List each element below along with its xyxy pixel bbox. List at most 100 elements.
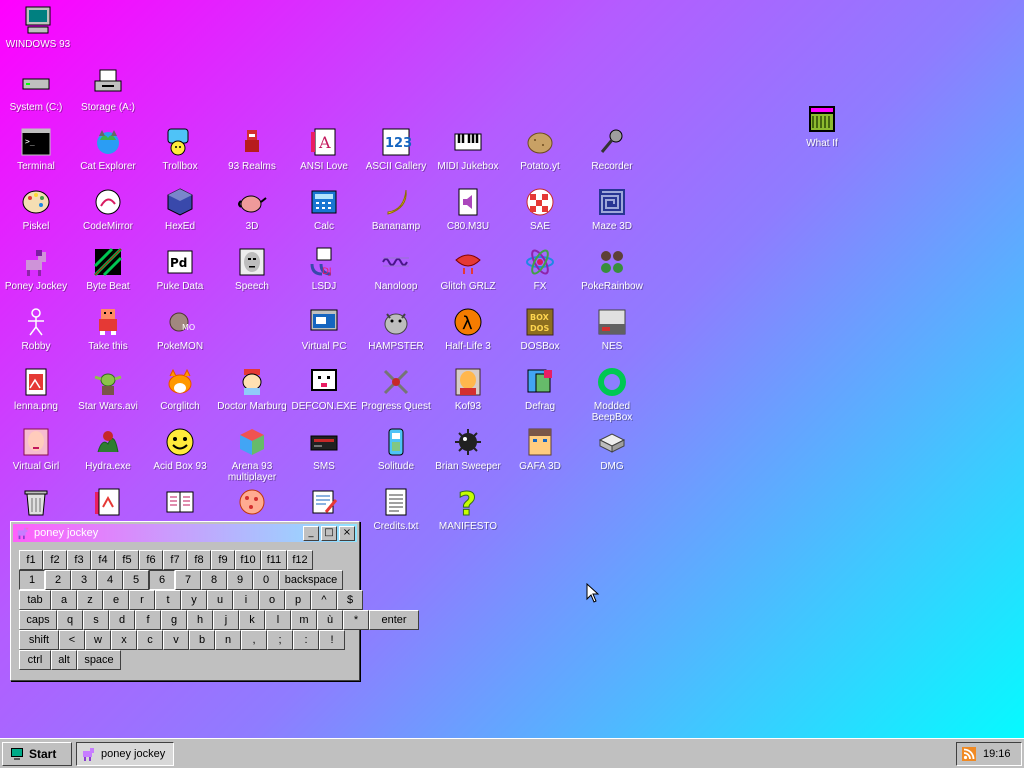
key-v[interactable]: v — [163, 630, 189, 650]
desktop-icon-notepad[interactable] — [288, 485, 360, 519]
desktop-icon-3d[interactable]: 3D — [216, 185, 288, 232]
key-shift[interactable]: shift — [19, 630, 59, 650]
desktop-icon-lsdj[interactable]: DJ LSDJ — [288, 245, 360, 292]
desktop-icon-take-this[interactable]: Take this — [72, 305, 144, 352]
key-f10[interactable]: f10 — [235, 550, 261, 570]
desktop-icon-dmg[interactable]: DMG — [576, 425, 648, 472]
desktop-icon-recorder[interactable]: Recorder — [576, 125, 648, 172]
key-backspace[interactable]: backspace — [279, 570, 343, 590]
desktop-icon-doctor-marburg[interactable]: Doctor Marburg — [216, 365, 288, 412]
desktop-icon-hydra-exe[interactable]: Hydra.exe — [72, 425, 144, 472]
start-button[interactable]: Start — [2, 742, 72, 766]
key-space[interactable]: space — [77, 650, 121, 670]
key-f11[interactable]: f11 — [261, 550, 287, 570]
key-f6[interactable]: f6 — [139, 550, 163, 570]
key-f3[interactable]: f3 — [67, 550, 91, 570]
desktop-icon-hampster[interactable]: HAMPSTER — [360, 305, 432, 352]
key-7[interactable]: 7 — [175, 570, 201, 590]
desktop-icon-pokemon[interactable]: MON PokeMON — [144, 305, 216, 352]
desktop-icon-robby[interactable]: Robby — [0, 305, 72, 352]
desktop-icon-maze-3d[interactable]: Maze 3D — [576, 185, 648, 232]
key-x[interactable]: x — [111, 630, 137, 650]
key-x3a[interactable]: : — [293, 630, 319, 650]
desktop-icon-ascii-gallery[interactable]: 123 ASCII Gallery — [360, 125, 432, 172]
key-o[interactable]: o — [259, 590, 285, 610]
desktop-icon-93-realms[interactable]: 93 Realms — [216, 125, 288, 172]
desktop-icon-defcon-exe[interactable]: DEFCON.EXE — [288, 365, 360, 412]
key-w[interactable]: w — [85, 630, 111, 650]
desktop-icon-document[interactable] — [72, 485, 144, 519]
desktop-icon-kof93[interactable]: Kof93 — [432, 365, 504, 412]
key-i[interactable]: i — [233, 590, 259, 610]
desktop-icon-system-c[interactable]: System (C:) — [0, 66, 72, 113]
key-0[interactable]: 0 — [253, 570, 279, 590]
key-xf9[interactable]: ù — [317, 610, 343, 630]
desktop-icon-potato-yt[interactable]: Potato.yt — [504, 125, 576, 172]
key-j[interactable]: j — [213, 610, 239, 630]
desktop-icon-nes[interactable]: NES — [576, 305, 648, 352]
key-6[interactable]: 6 — [149, 570, 175, 590]
desktop-icon-star-wars-avi[interactable]: Star Wars.avi — [72, 365, 144, 412]
key-8[interactable]: 8 — [201, 570, 227, 590]
taskbar-item-poney-jockey[interactable]: poney jockey — [76, 742, 174, 766]
minimize-button[interactable]: _ — [303, 525, 319, 541]
desktop-icon-lenna-png[interactable]: lenna.png — [0, 365, 72, 412]
desktop-icon-sae[interactable]: SAE — [504, 185, 576, 232]
key-4[interactable]: 4 — [97, 570, 123, 590]
desktop-icon-trollbox[interactable]: Trollbox — [144, 125, 216, 172]
desktop-icon-modded-beepbox[interactable]: Modded BeepBox — [576, 365, 648, 423]
desktop-icon-defrag[interactable]: Defrag — [504, 365, 576, 412]
key-ctrl[interactable]: ctrl — [19, 650, 51, 670]
key-alt[interactable]: alt — [51, 650, 77, 670]
key-caps[interactable]: caps — [19, 610, 57, 630]
key-f2[interactable]: f2 — [43, 550, 67, 570]
key-y[interactable]: y — [181, 590, 207, 610]
key-k[interactable]: k — [239, 610, 265, 630]
desktop-icon-puke-data[interactable]: Pd Puke Data — [144, 245, 216, 292]
desktop-icon-solitude[interactable]: Solitude — [360, 425, 432, 472]
desktop-icon-windows-93[interactable]: WINDOWS 93 — [2, 3, 74, 50]
desktop-icon-gafa-3d[interactable]: GAFA 3D — [504, 425, 576, 472]
key-f1[interactable]: f1 — [19, 550, 43, 570]
rss-icon[interactable] — [961, 746, 977, 762]
desktop-icon-arena-93-multiplayer[interactable]: Arena 93 multiplayer — [216, 425, 288, 483]
key-9[interactable]: 9 — [227, 570, 253, 590]
key-a[interactable]: a — [51, 590, 77, 610]
key-x2c[interactable]: , — [241, 630, 267, 650]
desktop-icon-manifesto[interactable]: ? MANIFESTO — [432, 485, 504, 532]
desktop-icon-dosbox[interactable]: BOX DOS DOSBox — [504, 305, 576, 352]
desktop-icon-byte-beat[interactable]: Byte Beat — [72, 245, 144, 292]
maximize-button[interactable]: □ — [321, 525, 337, 541]
key-s[interactable]: s — [83, 610, 109, 630]
key-f8[interactable]: f8 — [187, 550, 211, 570]
key-f7[interactable]: f7 — [163, 550, 187, 570]
desktop-icon-cat-explorer[interactable]: Cat Explorer — [72, 125, 144, 172]
desktop-icon-virtual-pc[interactable]: Virtual PC — [288, 305, 360, 352]
desktop-icon-glitch-grlz[interactable]: Glitch GRLZ — [432, 245, 504, 292]
desktop-icon-bananamp[interactable]: Bananamp — [360, 185, 432, 232]
desktop-icon-storage-a[interactable]: Storage (A:) — [72, 66, 144, 113]
key-c[interactable]: c — [137, 630, 163, 650]
desktop-icon-fx[interactable]: FX — [504, 245, 576, 292]
key-x21[interactable]: ! — [319, 630, 345, 650]
key-x3c[interactable]: < — [59, 630, 85, 650]
key-n[interactable]: n — [215, 630, 241, 650]
key-f[interactable]: f — [135, 610, 161, 630]
key-f9[interactable]: f9 — [211, 550, 235, 570]
desktop-icon-pokerainbow[interactable]: PokeRainbow — [576, 245, 648, 292]
desktop-icon-progress-quest[interactable]: Progress Quest — [360, 365, 432, 412]
key-f5[interactable]: f5 — [115, 550, 139, 570]
key-f4[interactable]: f4 — [91, 550, 115, 570]
key-1[interactable]: 1 — [19, 570, 45, 590]
key-5[interactable]: 5 — [123, 570, 149, 590]
key-x5e[interactable]: ^ — [311, 590, 337, 610]
desktop-icon-terminal[interactable]: >_ Terminal — [0, 125, 72, 172]
key-r[interactable]: r — [129, 590, 155, 610]
desktop-icon-virtual-girl[interactable]: Virtual Girl — [0, 425, 72, 472]
desktop-icon-piskel[interactable]: Piskel — [0, 185, 72, 232]
desktop-icon-credits-txt[interactable]: Credits.txt — [360, 485, 432, 532]
key-f12[interactable]: f12 — [287, 550, 313, 570]
desktop-icon-speech[interactable]: Speech — [216, 245, 288, 292]
desktop-icon-cookie[interactable] — [216, 485, 288, 519]
desktop-icon-brian-sweeper[interactable]: Brian Sweeper — [432, 425, 504, 472]
